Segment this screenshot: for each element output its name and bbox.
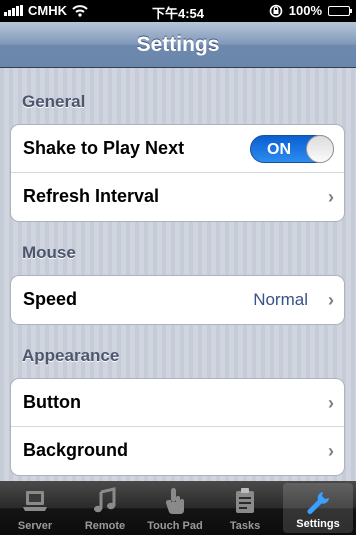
status-bar: CMHK 下午4:54 100% [0,0,356,22]
tab-remote-label: Remote [84,520,126,532]
appearance-group: Button › Background › [10,378,345,476]
refresh-interval-row[interactable]: Refresh Interval › [11,173,344,221]
speed-value: Normal [253,290,308,309]
settings-list: General Shake to Play Next ON Refresh In… [0,68,356,481]
music-note-icon [90,486,120,516]
tab-settings[interactable]: Settings [283,483,353,533]
wrench-icon [303,488,333,518]
chevron-right-icon: › [328,187,334,207]
section-header-appearance: Appearance [22,346,120,365]
clipboard-icon [230,486,260,516]
tab-server-label: Server [17,520,53,532]
tab-touch-pad-label: Touch Pad [147,520,203,532]
section-header-general: General [22,92,86,111]
speed-label: Speed [23,289,78,309]
shake-to-play-next-label: Shake to Play Next [23,138,185,158]
mouse-group: Speed Normal › [10,275,345,325]
refresh-interval-label: Refresh Interval [23,186,160,206]
tab-bar: Server Remote Touch Pad Tasks Settings [0,481,356,535]
tab-tasks-label: Tasks [229,520,261,532]
rotation-lock-icon [269,4,283,17]
tab-settings-label: Settings [296,518,340,530]
navigation-bar: Settings [0,22,356,68]
chevron-right-icon: › [328,393,334,413]
tab-server[interactable]: Server [0,481,70,535]
background-label: Background [23,440,129,460]
tab-remote[interactable]: Remote [70,481,140,535]
speed-row[interactable]: Speed Normal › [11,276,344,324]
laptop-icon [20,486,50,516]
button-row[interactable]: Button › [11,379,344,427]
shake-to-play-next-row: Shake to Play Next ON [11,125,344,173]
chevron-right-icon: › [328,441,334,461]
toggle-knob [306,135,334,163]
battery-percent: 100% [288,3,322,18]
general-group: Shake to Play Next ON Refresh Interval › [10,124,345,222]
battery-icon [328,5,352,16]
hand-pointer-icon [160,486,190,516]
chevron-right-icon: › [328,290,334,310]
shake-to-play-next-toggle[interactable]: ON [250,135,334,163]
tab-tasks[interactable]: Tasks [210,481,280,535]
tab-touch-pad[interactable]: Touch Pad [140,481,210,535]
button-label: Button [23,392,81,412]
section-header-mouse: Mouse [22,243,76,262]
page-title: Settings [136,33,220,56]
toggle-state-label: ON [267,141,291,158]
background-row[interactable]: Background › [11,427,344,475]
